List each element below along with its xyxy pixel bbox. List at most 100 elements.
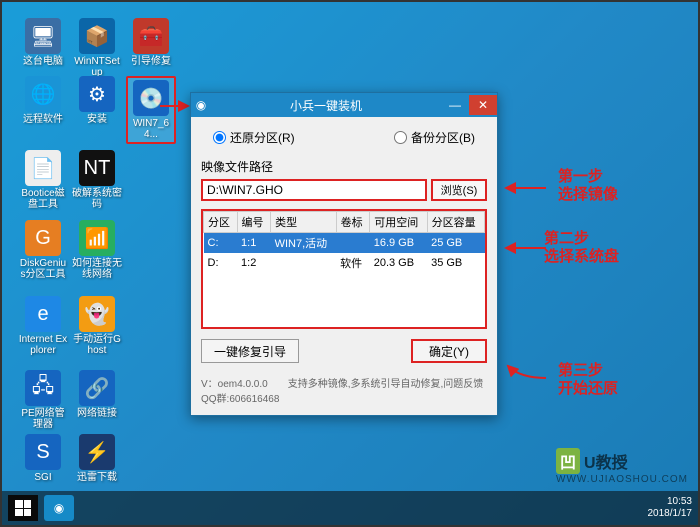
net-manager-icon: 🖧 bbox=[25, 370, 61, 406]
column-header[interactable]: 类型 bbox=[271, 212, 337, 233]
remote-soft-icon: 🌐 bbox=[25, 76, 61, 112]
backup-radio[interactable]: 备份分区(B) bbox=[394, 129, 475, 146]
desktop-icon-label: SGI bbox=[18, 472, 68, 483]
desktop-icon-label: Bootice磁盘工具 bbox=[18, 188, 68, 210]
desktop: 🖥这台电脑📦WinNTSetup🧰引导修复🌐远程软件⚙安装💿WIN7_64...… bbox=[2, 2, 698, 525]
column-header[interactable]: 编号 bbox=[237, 212, 271, 233]
winntsetup-icon: 📦 bbox=[79, 18, 115, 54]
cell-size: 35 GB bbox=[427, 253, 484, 273]
desktop-icon-wifi[interactable]: 📶如何连接无线网络 bbox=[72, 220, 122, 280]
column-header[interactable]: 分区容量 bbox=[427, 212, 484, 233]
cell-label bbox=[336, 233, 370, 254]
desktop-icon-crack-pwd[interactable]: NT破解系统密码 bbox=[72, 150, 122, 210]
desktop-icon-label: 破解系统密码 bbox=[72, 188, 122, 210]
watermark-badge: 凹 bbox=[556, 448, 580, 474]
desktop-icon-bootice[interactable]: 📄Bootice磁盘工具 bbox=[18, 150, 68, 210]
window-footer: V：oem4.0.0.0 支持多种镜像,多系统引导自动修复,问题反馈QQ群:60… bbox=[191, 371, 497, 409]
window-title: 小兵一键装机 bbox=[211, 97, 441, 114]
desktop-icon-label: 远程软件 bbox=[18, 114, 68, 125]
backup-radio-input[interactable] bbox=[394, 131, 407, 144]
clock-date: 2018/1/17 bbox=[648, 508, 693, 520]
install-icon: ⚙ bbox=[79, 76, 115, 112]
desktop-icon-label: 引导修复 bbox=[126, 56, 176, 67]
desktop-icon-label: 手动运行Ghost bbox=[72, 334, 122, 356]
diskgenius-icon: G bbox=[25, 220, 61, 256]
desktop-icon-remote-soft[interactable]: 🌐 远程软件 bbox=[18, 76, 68, 125]
desktop-icon-label: Internet Explorer bbox=[18, 334, 68, 356]
app-icon: ◉ bbox=[191, 98, 211, 112]
crack-pwd-icon: NT bbox=[79, 150, 115, 186]
cell-part: C: bbox=[204, 233, 238, 254]
arrow-step3 bbox=[500, 362, 550, 392]
annotation-step2: 第二步 选择系统盘 bbox=[544, 230, 619, 266]
taskbar[interactable]: ◉ 10:53 2018/1/17 bbox=[2, 491, 698, 525]
cell-type bbox=[271, 253, 337, 273]
desktop-icon-label: 安装 bbox=[72, 114, 122, 125]
watermark: 凹U教授 WWW.UJIAOSHOU.COM bbox=[556, 448, 688, 485]
annotation-step1: 第一步 选择镜像 bbox=[558, 168, 618, 204]
desktop-icon-winntsetup[interactable]: 📦WinNTSetup bbox=[72, 18, 122, 78]
partition-table-wrap: 分区编号类型卷标可用空间分区容量 C:1:1WIN7,活动 16.9 GB25 G… bbox=[201, 209, 487, 329]
net-link-icon: 🔗 bbox=[79, 370, 115, 406]
annotation-step1-desc: 选择镜像 bbox=[558, 186, 618, 204]
table-row[interactable]: C:1:1WIN7,活动 16.9 GB25 GB bbox=[204, 233, 485, 254]
close-button[interactable]: ✕ bbox=[469, 95, 497, 115]
desktop-icon-label: DiskGenius分区工具 bbox=[18, 258, 68, 280]
desktop-icon-net-manager[interactable]: 🖧PE网络管理器 bbox=[18, 370, 68, 430]
path-section-label: 映像文件路径 bbox=[201, 158, 487, 175]
column-header[interactable]: 可用空间 bbox=[370, 212, 427, 233]
main-window: ◉ 小兵一键装机 — ✕ 还原分区(R) 备份分区(B) 映像文件路径 浏览(S… bbox=[190, 92, 498, 416]
boot-repair-icon: 🧰 bbox=[133, 18, 169, 54]
image-path-input[interactable] bbox=[201, 179, 427, 201]
desktop-icon-label: 网络链接 bbox=[72, 408, 122, 419]
bootice-icon: 📄 bbox=[25, 150, 61, 186]
desktop-icon-ie[interactable]: eInternet Explorer bbox=[18, 296, 68, 356]
desktop-icon-label: PE网络管理器 bbox=[18, 408, 68, 430]
start-button[interactable] bbox=[8, 495, 38, 521]
desktop-icon-install[interactable]: ⚙ 安装 bbox=[72, 76, 122, 125]
system-tray[interactable]: 10:53 2018/1/17 bbox=[648, 496, 693, 520]
cell-free: 16.9 GB bbox=[370, 233, 427, 254]
browse-button[interactable]: 浏览(S) bbox=[431, 179, 487, 201]
taskbar-app-icon[interactable]: ◉ bbox=[44, 495, 74, 521]
restore-radio[interactable]: 还原分区(R) bbox=[213, 129, 295, 146]
cell-part: D: bbox=[204, 253, 238, 273]
desktop-icon-label: 这台电脑 bbox=[18, 56, 68, 67]
this-pc-icon: 🖥 bbox=[25, 18, 61, 54]
desktop-icon-ghost[interactable]: 👻手动运行Ghost bbox=[72, 296, 122, 356]
titlebar[interactable]: ◉ 小兵一键装机 — ✕ bbox=[191, 93, 497, 117]
desktop-icon-boot-repair[interactable]: 🧰 引导修复 bbox=[126, 18, 176, 67]
desktop-icon-thunder[interactable]: ⚡迅雷下载 bbox=[72, 434, 122, 483]
annotation-step3: 第三步 开始还原 bbox=[558, 362, 618, 398]
backup-radio-label: 备份分区(B) bbox=[411, 129, 475, 146]
ghost-icon: 👻 bbox=[79, 296, 115, 332]
minimize-button[interactable]: — bbox=[441, 95, 469, 115]
repair-boot-button[interactable]: 一键修复引导 bbox=[201, 339, 299, 363]
thunder-icon: ⚡ bbox=[79, 434, 115, 470]
annotation-step3-desc: 开始还原 bbox=[558, 380, 618, 398]
restore-radio-input[interactable] bbox=[213, 131, 226, 144]
desktop-icon-sgi[interactable]: SSGI bbox=[18, 434, 68, 483]
cell-label: 软件 bbox=[336, 253, 370, 273]
desktop-icon-net-link[interactable]: 🔗 网络链接 bbox=[72, 370, 122, 419]
cell-size: 25 GB bbox=[427, 233, 484, 254]
column-header[interactable]: 分区 bbox=[204, 212, 238, 233]
annotation-step3-title: 第三步 bbox=[558, 362, 618, 380]
cell-num: 1:1 bbox=[237, 233, 271, 254]
desktop-icon-this-pc[interactable]: 🖥 这台电脑 bbox=[18, 18, 68, 67]
restore-radio-label: 还原分区(R) bbox=[230, 129, 295, 146]
annotation-step2-desc: 选择系统盘 bbox=[544, 248, 619, 266]
desktop-icon-diskgenius[interactable]: GDiskGenius分区工具 bbox=[18, 220, 68, 280]
clock-time: 10:53 bbox=[648, 496, 693, 508]
annotation-step2-title: 第二步 bbox=[544, 230, 619, 248]
arrow-step2 bbox=[500, 240, 550, 260]
ok-button[interactable]: 确定(Y) bbox=[411, 339, 487, 363]
cell-free: 20.3 GB bbox=[370, 253, 427, 273]
watermark-brand: U教授 bbox=[584, 449, 628, 473]
column-header[interactable]: 卷标 bbox=[336, 212, 370, 233]
ie-icon: e bbox=[25, 296, 61, 332]
cell-num: 1:2 bbox=[237, 253, 271, 273]
partition-table[interactable]: 分区编号类型卷标可用空间分区容量 C:1:1WIN7,活动 16.9 GB25 G… bbox=[203, 211, 485, 273]
table-row[interactable]: D:1:2 软件20.3 GB35 GB bbox=[204, 253, 485, 273]
cell-type: WIN7,活动 bbox=[271, 233, 337, 254]
